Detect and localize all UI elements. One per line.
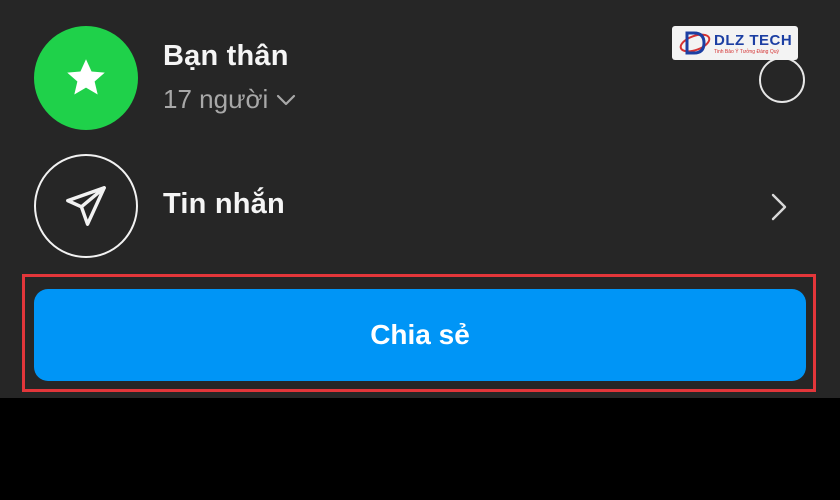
messages-title: Tin nhắn	[163, 188, 285, 220]
close-friends-count-label: 17 người	[163, 84, 269, 114]
messages-row[interactable]: Tin nhắn	[0, 150, 840, 262]
messages-avatar	[34, 154, 138, 258]
screen: Bạn thân 17 người Tin nhắn DLZ TECH Tinh…	[0, 0, 840, 500]
share-button[interactable]: Chia sẻ	[34, 289, 806, 381]
star-icon	[67, 59, 105, 95]
close-friends-count[interactable]: 17 người	[163, 84, 296, 115]
paper-plane-icon	[66, 186, 106, 226]
share-sheet: Bạn thân 17 người Tin nhắn DLZ TECH Tinh…	[0, 0, 840, 398]
watermark-text: DLZ TECH	[714, 32, 793, 49]
chevron-right-icon[interactable]	[768, 192, 790, 227]
close-friends-radio[interactable]	[759, 57, 805, 103]
dlz-logo-icon	[679, 31, 711, 55]
close-friends-avatar	[34, 26, 138, 130]
watermark-tagline: Tinh Bảo Ý Tưởng Đáng Quý	[714, 49, 779, 55]
watermark-logo: DLZ TECH Tinh Bảo Ý Tưởng Đáng Quý	[672, 26, 798, 60]
chevron-down-icon	[276, 93, 296, 107]
close-friends-title: Bạn thân	[163, 40, 289, 72]
